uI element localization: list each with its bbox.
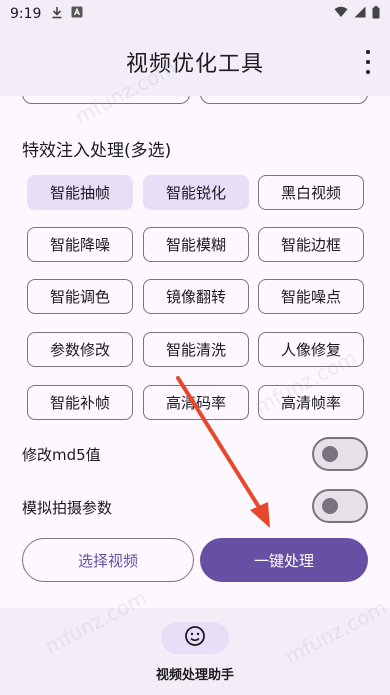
md5-toggle-label: 修改md5值 <box>22 446 101 464</box>
chip-smart-denoise[interactable]: 智能降噪 <box>27 227 133 262</box>
chip-smart-color[interactable]: 智能调色 <box>27 279 133 314</box>
page-title: 视频优化工具 <box>125 52 264 77</box>
md5-toggle-knob <box>322 446 338 462</box>
chip-mirror-flip[interactable]: 镜像翻转 <box>143 279 249 314</box>
app-bar: 视频优化工具 <box>0 28 390 96</box>
effects-section-title: 特效注入处理(多选) <box>22 141 172 161</box>
chip-smart-frame-extract[interactable]: 智能抽帧 <box>27 175 133 210</box>
battery-icon <box>372 5 380 23</box>
chip-hd-framerate[interactable]: 高清帧率 <box>258 385 364 420</box>
partial-option-button-right[interactable] <box>200 96 368 104</box>
chip-param-modify[interactable]: 参数修改 <box>27 332 133 367</box>
chip-smart-noise[interactable]: 智能噪点 <box>258 279 364 314</box>
partial-option-button-left[interactable] <box>22 96 190 104</box>
status-time: 9:19 <box>10 6 42 22</box>
wifi-icon <box>334 6 348 22</box>
more-vert-icon[interactable] <box>360 50 376 74</box>
md5-toggle-switch[interactable] <box>312 437 368 471</box>
one-click-process-button[interactable]: 一键处理 <box>200 538 368 582</box>
chip-hd-bitrate[interactable]: 高清码率 <box>143 385 249 420</box>
chip-smart-blur[interactable]: 智能模糊 <box>143 227 249 262</box>
shoot-params-toggle-label: 模拟拍摄参数 <box>22 499 113 517</box>
shoot-params-toggle-switch[interactable] <box>312 489 368 523</box>
chip-smart-clean[interactable]: 智能清洗 <box>143 332 249 367</box>
signal-icon <box>354 6 366 22</box>
status-bar: 9:19 <box>0 0 390 28</box>
nav-item-video-helper[interactable] <box>161 622 229 654</box>
bottom-nav: 视频处理助手 <box>0 608 390 695</box>
shoot-params-toggle-knob <box>322 498 338 514</box>
chip-black-white[interactable]: 黑白视频 <box>258 175 364 210</box>
chip-smart-sharpen[interactable]: 智能锐化 <box>143 175 249 210</box>
a-box-icon <box>71 6 83 22</box>
download-icon <box>51 6 63 23</box>
chip-smart-border[interactable]: 智能边框 <box>258 227 364 262</box>
nav-label-video-helper: 视频处理助手 <box>155 668 234 683</box>
smiley-face-icon <box>184 625 206 651</box>
chip-smart-interpolate[interactable]: 智能补帧 <box>27 385 133 420</box>
main-content: 特效注入处理(多选) 智能抽帧 智能锐化 黑白视频 智能降噪 智能模糊 智能边框… <box>0 96 390 608</box>
chip-portrait-repair[interactable]: 人像修复 <box>258 332 364 367</box>
select-video-button[interactable]: 选择视频 <box>22 538 194 582</box>
